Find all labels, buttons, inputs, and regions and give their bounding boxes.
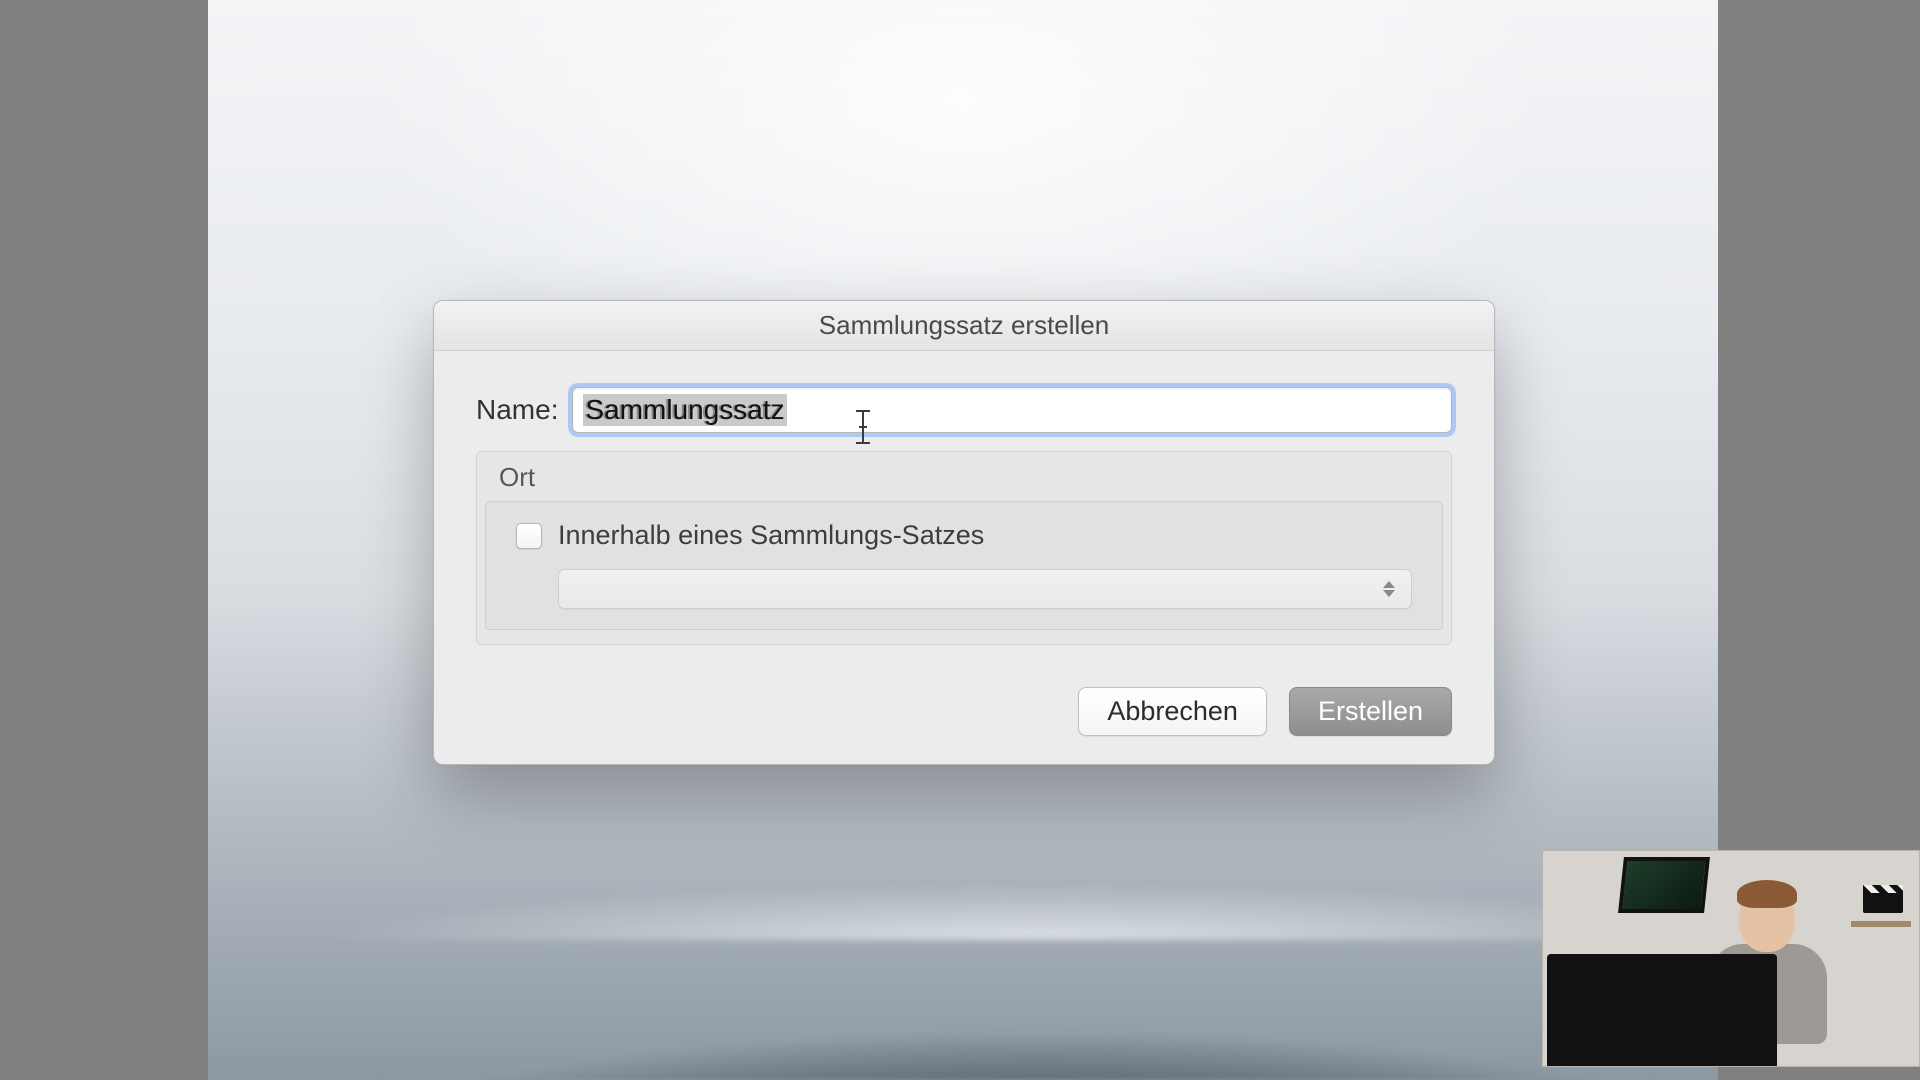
create-collection-set-dialog: Sammlungssatz erstellen Name: Sammlungss… [433, 300, 1495, 765]
desktop-background: Sammlungssatz erstellen Name: Sammlungss… [208, 0, 1718, 1080]
presenter-webcam-overlay [1542, 850, 1920, 1067]
location-group-inner: Innerhalb eines Sammlungs-Satzes [485, 501, 1443, 630]
background-mountain [208, 860, 1718, 1080]
updown-caret-icon [1379, 577, 1399, 601]
dialog-body: Name: Sammlungssatz Ort Innerhalb eines … [434, 351, 1494, 764]
parent-set-select[interactable] [558, 569, 1412, 609]
name-input-wrap: Sammlungssatz [572, 387, 1452, 433]
name-field-row: Name: Sammlungssatz [476, 387, 1452, 433]
presenter-monitor [1547, 954, 1777, 1066]
dialog-button-row: Abbrechen Erstellen [476, 687, 1452, 736]
name-label: Name: [476, 394, 558, 426]
inside-set-checkbox-row: Innerhalb eines Sammlungs-Satzes [516, 520, 1412, 551]
clapperboard-decor [1863, 885, 1903, 913]
dialog-title: Sammlungssatz erstellen [434, 301, 1494, 351]
shelf-decor [1851, 921, 1911, 927]
location-groupbox: Ort Innerhalb eines Sammlungs-Satzes [476, 451, 1452, 645]
inside-set-checkbox[interactable] [516, 523, 542, 549]
cancel-button[interactable]: Abbrechen [1078, 687, 1267, 736]
name-input[interactable] [572, 387, 1452, 433]
inside-set-checkbox-label: Innerhalb eines Sammlungs-Satzes [558, 520, 984, 551]
location-group-title: Ort [477, 452, 1451, 501]
create-button[interactable]: Erstellen [1289, 687, 1452, 736]
